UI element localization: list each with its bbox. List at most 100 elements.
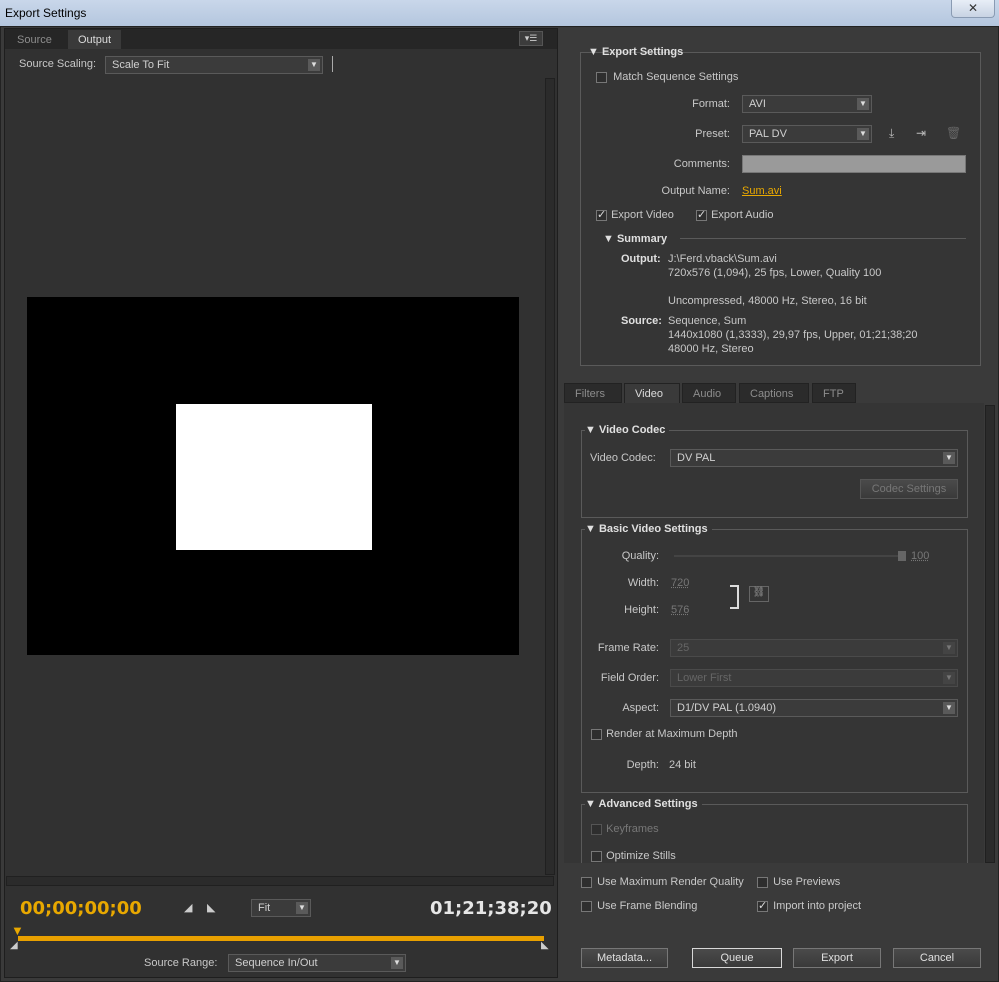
preset-value: PAL DV <box>749 128 787 140</box>
width-label: Width: <box>627 577 659 589</box>
chevron-down-icon: ▼ <box>943 702 955 714</box>
keyframes-checkbox[interactable]: Keyframes <box>591 823 659 835</box>
use-previews-checkbox[interactable]: Use Previews <box>757 876 840 888</box>
max-render-quality-checkbox[interactable]: Use Maximum Render Quality <box>581 876 744 888</box>
frame-rate-label: Frame Rate: <box>597 642 659 654</box>
window-title: Export Settings <box>5 6 87 20</box>
quality-label: Quality: <box>621 550 659 562</box>
checkbox-icon <box>596 208 607 221</box>
export-video-checkbox[interactable]: Export Video <box>596 208 674 221</box>
field-order-dropdown[interactable]: Lower First ▼ <box>670 669 958 687</box>
height-value[interactable]: 576 <box>671 604 689 616</box>
cancel-button[interactable]: Cancel <box>893 948 981 968</box>
metadata-button[interactable]: Metadata... <box>581 948 668 968</box>
delete-preset-icon[interactable]: 🗑 <box>946 126 961 140</box>
comments-input[interactable] <box>742 155 966 173</box>
tab-video[interactable]: Video <box>624 383 680 403</box>
timecode-current[interactable]: 00;00;00;00 <box>20 898 142 919</box>
optimize-stills-label: Optimize Stills <box>606 850 676 862</box>
preview-vertical-scrollbar[interactable] <box>545 78 555 875</box>
settings-tabbar: Filters Video Audio Captions FTP <box>564 383 998 403</box>
optimize-stills-checkbox[interactable]: Optimize Stills <box>591 850 676 862</box>
import-into-project-label: Import into project <box>773 900 862 912</box>
export-video-label: Export Video <box>611 209 674 221</box>
summary-output-line: J:\Ferd.vback\Sum.avi <box>668 253 777 265</box>
chevron-down-icon: ▼ <box>943 642 955 654</box>
aspect-link-bracket <box>730 585 739 609</box>
video-codec-title[interactable]: ▼ Video Codec <box>585 424 670 436</box>
zoom-dropdown[interactable]: Fit ▼ <box>251 899 311 917</box>
video-codec-title-label: Video Codec <box>598 424 666 436</box>
chevron-down-icon: ▼ <box>943 672 955 684</box>
basic-video-title-label: Basic Video Settings <box>598 523 708 535</box>
tab-filters[interactable]: Filters <box>564 383 622 403</box>
frame-rate-value: 25 <box>677 642 690 654</box>
checkbox-icon <box>757 899 768 912</box>
mark-in-icon[interactable]: ◢ <box>184 901 192 914</box>
chevron-down-icon: ▼ <box>857 98 869 110</box>
tab-captions[interactable]: Captions <box>739 383 809 403</box>
preset-dropdown[interactable]: PAL DV ▼ <box>742 125 872 143</box>
match-sequence-checkbox[interactable]: Match Sequence Settings <box>596 71 738 83</box>
quality-slider-handle[interactable] <box>898 551 906 561</box>
format-label: Format: <box>692 98 730 110</box>
frame-rate-dropdown[interactable]: 25 ▼ <box>670 639 958 657</box>
source-range-dropdown[interactable]: Sequence In/Out ▼ <box>228 954 406 972</box>
chevron-down-icon: ▼ <box>296 902 308 914</box>
export-settings-title[interactable]: ▼ Export Settings <box>588 46 683 58</box>
tab-audio[interactable]: Audio <box>682 383 736 403</box>
video-settings-panel: ▼ Video Codec Video Codec: DV PAL ▼ Code… <box>564 403 984 863</box>
output-name-link[interactable]: Sum.avi <box>742 185 782 197</box>
format-dropdown[interactable]: AVI ▼ <box>742 95 872 113</box>
basic-video-title[interactable]: ▼ Basic Video Settings <box>585 523 712 535</box>
frame-blending-checkbox[interactable]: Use Frame Blending <box>581 900 697 912</box>
import-preset-icon[interactable]: ⇥ <box>916 126 926 140</box>
chevron-down-icon: ▼ <box>943 452 955 464</box>
use-previews-label: Use Previews <box>773 876 841 888</box>
mark-out-icon[interactable]: ◣ <box>207 901 215 914</box>
advanced-title-label: Advanced Settings <box>598 798 698 810</box>
render-max-depth-checkbox[interactable]: Render at Maximum Depth <box>591 728 738 740</box>
video-codec-dropdown[interactable]: DV PAL ▼ <box>670 449 958 467</box>
queue-button[interactable]: Queue <box>692 948 782 968</box>
width-value[interactable]: 720 <box>671 577 689 589</box>
video-codec-group <box>581 430 968 518</box>
import-into-project-checkbox[interactable]: Import into project <box>757 899 862 912</box>
tab-ftp[interactable]: FTP <box>812 383 856 403</box>
out-point-icon[interactable]: ◣ <box>541 940 549 951</box>
quality-slider[interactable] <box>674 555 904 557</box>
tab-output[interactable]: Output <box>68 30 122 49</box>
preview-horizontal-scrollbar[interactable] <box>6 876 554 886</box>
aspect-label: Aspect: <box>622 702 659 714</box>
close-button[interactable]: ✕ <box>951 0 995 18</box>
chain-link-icon[interactable]: ⛓ <box>749 586 769 602</box>
disclosure-triangle-icon: ▼ <box>585 424 599 436</box>
advanced-title[interactable]: ▼ Advanced Settings <box>585 798 702 810</box>
summary-source-line: 1440x1080 (1,3333), 29,97 fps, Upper, 01… <box>668 329 918 341</box>
export-button[interactable]: Export <box>793 948 881 968</box>
summary-title[interactable]: ▼ Summary <box>603 233 667 245</box>
max-render-quality-label: Use Maximum Render Quality <box>597 876 744 888</box>
summary-source-line: Sequence, Sum <box>668 315 747 327</box>
summary-output-line: Uncompressed, 48000 Hz, Stereo, 16 bit <box>668 295 867 307</box>
playhead-icon[interactable]: ▼ <box>11 923 24 938</box>
export-audio-checkbox[interactable]: Export Audio <box>696 208 773 221</box>
codec-settings-button[interactable]: Codec Settings <box>860 479 958 499</box>
frame-blending-label: Use Frame Blending <box>597 900 698 912</box>
source-scaling-dropdown[interactable]: Scale To Fit ▼ <box>105 56 323 74</box>
summary-output-line: 720x576 (1,094), 25 fps, Lower, Quality … <box>668 267 882 279</box>
tab-source[interactable]: Source <box>7 30 62 49</box>
quality-value[interactable]: 100 <box>911 550 929 562</box>
save-preset-icon[interactable]: ⤓ <box>889 126 894 141</box>
video-codec-label: Video Codec: <box>590 452 656 464</box>
checkbox-icon <box>591 850 602 862</box>
checkbox-icon <box>581 900 592 912</box>
basic-video-group <box>581 529 968 793</box>
panel-menu-icon[interactable]: ▾☰ <box>519 31 543 46</box>
preview-frame-content <box>176 404 372 550</box>
aspect-dropdown[interactable]: D1/DV PAL (1.0940) ▼ <box>670 699 958 717</box>
settings-vertical-scrollbar[interactable] <box>985 405 995 863</box>
timeline-bar[interactable] <box>18 936 544 941</box>
disclosure-triangle-icon: ▼ <box>588 46 602 58</box>
in-point-icon[interactable]: ◢ <box>10 940 18 951</box>
